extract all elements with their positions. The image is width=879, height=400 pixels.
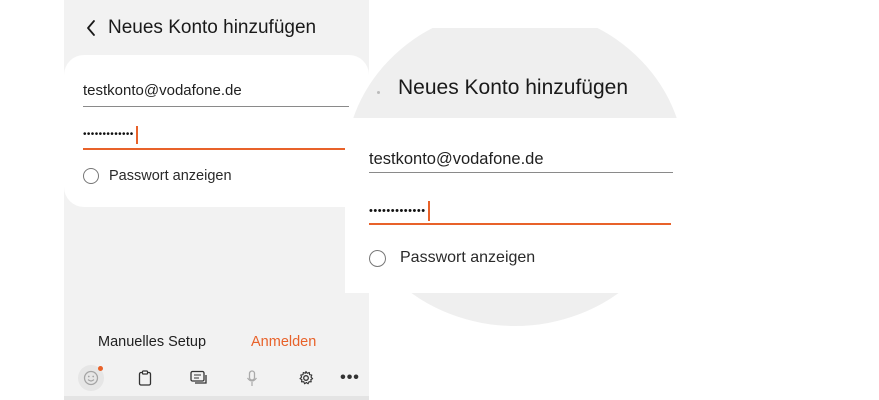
magnified-password-mask: ••••••••••••• xyxy=(369,205,426,217)
password-mask: ••••••••••••• xyxy=(83,129,134,140)
keyboard-toolbar: ••• xyxy=(64,361,369,397)
text-cursor xyxy=(135,126,138,144)
clipboard-icon xyxy=(138,370,152,386)
magnified-view: Neues Konto hinzufügen testkonto@vodafon… xyxy=(345,28,685,326)
page-title: Neues Konto hinzufügen xyxy=(108,17,317,38)
bottom-edge xyxy=(64,396,369,400)
magnified-password-field: ••••••••••••• xyxy=(369,200,671,225)
checkbox-circle xyxy=(83,168,99,184)
microphone-icon xyxy=(247,369,257,386)
login-button[interactable]: Anmelden xyxy=(251,334,316,350)
more-icon: ••• xyxy=(340,369,360,386)
clipboard-button[interactable] xyxy=(132,365,158,391)
back-button[interactable] xyxy=(80,17,102,39)
back-button-fragment xyxy=(377,91,380,94)
chat-button[interactable] xyxy=(186,365,212,391)
gear-icon xyxy=(299,370,314,385)
account-form-card: testkonto@vodafone.de ••••••••••••• Pass… xyxy=(64,55,369,207)
magnified-checkbox-circle xyxy=(369,249,386,267)
magnified-show-password-checkbox: Passwort anzeigen xyxy=(369,249,535,267)
emoji-icon xyxy=(83,370,99,386)
email-field[interactable]: testkonto@vodafone.de xyxy=(83,81,349,107)
magnified-show-password-label: Passwort anzeigen xyxy=(400,249,536,266)
emoji-button[interactable] xyxy=(78,365,104,391)
notification-dot xyxy=(98,366,103,371)
show-password-label: Passwort anzeigen xyxy=(109,168,232,184)
more-button[interactable]: ••• xyxy=(337,365,363,391)
show-password-checkbox[interactable]: Passwort anzeigen xyxy=(83,168,232,184)
microphone-button[interactable] xyxy=(239,365,265,391)
password-field[interactable]: ••••••••••••• xyxy=(83,125,349,150)
phone-screen: Neues Konto hinzufügen testkonto@vodafon… xyxy=(64,0,369,400)
settings-button[interactable] xyxy=(293,365,319,391)
magnified-text-cursor xyxy=(427,201,430,221)
manual-setup-button[interactable]: Manuelles Setup xyxy=(98,334,206,350)
chat-icon xyxy=(190,370,207,384)
chevron-left-icon xyxy=(87,20,95,36)
magnified-email-field: testkonto@vodafone.de xyxy=(369,148,673,173)
app-header: Neues Konto hinzufügen xyxy=(64,0,369,56)
magnified-title: Neues Konto hinzufügen xyxy=(398,76,629,99)
